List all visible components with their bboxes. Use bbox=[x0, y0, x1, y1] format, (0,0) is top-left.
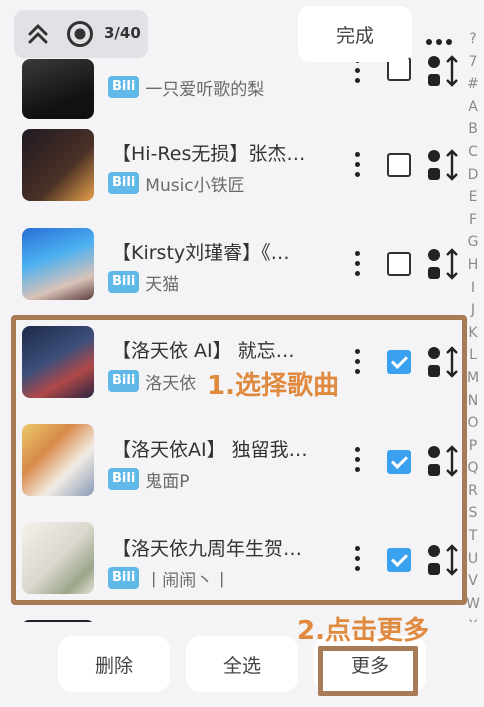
song-row[interactable]: 【Kirsty刘瑾睿】《… Bili 天猫 bbox=[0, 214, 462, 312]
index-letter[interactable]: A bbox=[462, 96, 484, 119]
selection-counter: 3/40 bbox=[104, 24, 141, 42]
done-button[interactable]: 完成 bbox=[298, 6, 412, 62]
locate-current-icon[interactable] bbox=[66, 20, 94, 48]
song-uploader: 天猫 bbox=[145, 274, 180, 295]
index-letter[interactable]: C bbox=[462, 141, 484, 164]
select-all-button[interactable]: 全选 bbox=[186, 636, 298, 692]
step2-annotation: 2.点击更多 bbox=[297, 616, 429, 646]
index-letter[interactable]: 7 bbox=[462, 51, 484, 74]
index-letter[interactable]: E bbox=[462, 186, 484, 209]
bili-badge: Bili bbox=[108, 271, 140, 293]
song-more-icon[interactable] bbox=[347, 58, 367, 88]
index-letter[interactable]: # bbox=[462, 73, 484, 96]
song-more-icon[interactable] bbox=[347, 152, 367, 182]
index-letter[interactable]: B bbox=[462, 118, 484, 141]
song-uploader: 一只爱听歌的梨 bbox=[145, 79, 265, 100]
song-more-icon[interactable] bbox=[347, 251, 367, 281]
song-source: Bili 一只爱听歌的梨 bbox=[108, 75, 265, 100]
song-title: 【Hi-Res无损】张杰… bbox=[112, 143, 306, 165]
song-checkbox[interactable] bbox=[387, 153, 411, 177]
drag-handle-icon[interactable] bbox=[427, 147, 461, 183]
collapse-up-icon[interactable] bbox=[26, 22, 50, 46]
index-letter[interactable]: ? bbox=[462, 28, 484, 51]
song-checkbox[interactable] bbox=[387, 252, 411, 276]
more-button-highlight bbox=[318, 646, 418, 696]
index-letter[interactable]: H bbox=[462, 254, 484, 277]
song-source: Bili Music小铁匠 bbox=[108, 171, 245, 196]
delete-button[interactable]: 删除 bbox=[58, 636, 170, 692]
song-source: Bili 天猫 bbox=[108, 270, 180, 295]
index-letter[interactable]: G bbox=[462, 231, 484, 254]
bili-badge: Bili bbox=[108, 172, 140, 194]
more-options-icon[interactable] bbox=[426, 30, 458, 45]
bili-badge: Bili bbox=[108, 76, 140, 98]
drag-handle-icon[interactable] bbox=[427, 246, 461, 282]
step1-annotation: 1.选择歌曲 bbox=[207, 371, 339, 401]
song-title: 【Kirsty刘瑾睿】《… bbox=[112, 242, 290, 264]
song-row[interactable]: 【Hi-Res无损】张杰… Bili Music小铁匠 bbox=[0, 116, 462, 214]
song-uploader: Music小铁匠 bbox=[145, 175, 245, 196]
song-cover bbox=[22, 129, 94, 201]
playlist-controls: 3/40 bbox=[14, 10, 148, 58]
selection-highlight bbox=[11, 315, 467, 605]
song-cover bbox=[22, 59, 94, 119]
drag-handle-icon[interactable] bbox=[427, 53, 461, 89]
index-letter[interactable]: I bbox=[462, 277, 484, 300]
index-letter[interactable]: D bbox=[462, 164, 484, 187]
song-cover bbox=[22, 228, 94, 300]
index-letter[interactable]: F bbox=[462, 209, 484, 232]
